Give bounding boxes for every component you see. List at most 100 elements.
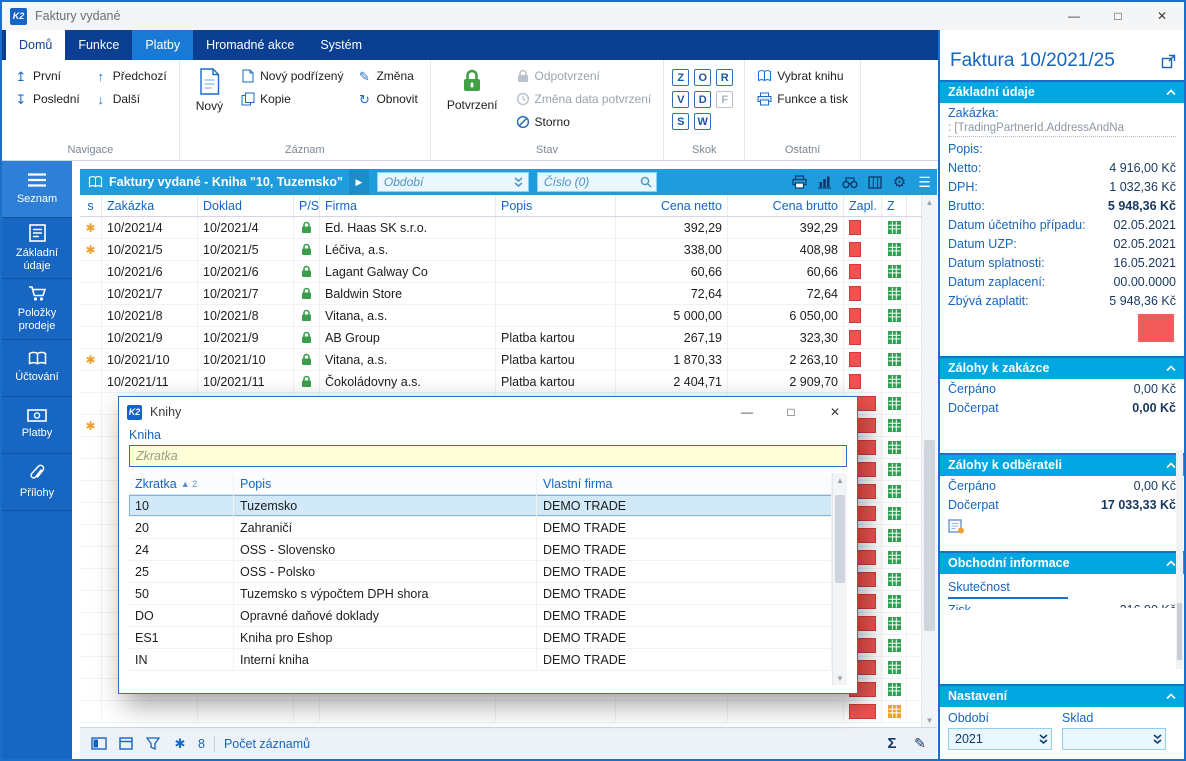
- book-search-input[interactable]: [129, 445, 847, 467]
- tab-hromadne-akce[interactable]: Hromadné akce: [193, 30, 307, 60]
- dialog-scrollbar[interactable]: ▲ ▼: [832, 473, 847, 685]
- table-row[interactable]: ✱10/2021/1010/2021/10Vitana, a.s.Platba …: [80, 349, 921, 371]
- column-header-firma[interactable]: Firma: [320, 195, 496, 216]
- column-header-doklad[interactable]: Doklad: [198, 195, 294, 216]
- jump-key-s[interactable]: S: [672, 113, 689, 130]
- column-header-cena-netto[interactable]: Cena netto: [616, 195, 728, 216]
- table-row[interactable]: [80, 701, 921, 723]
- ribbon-button-kopie[interactable]: Kopie: [237, 91, 347, 107]
- tab-platby[interactable]: Platby: [132, 30, 193, 60]
- card-view-icon[interactable]: [117, 737, 135, 750]
- book-select-caret[interactable]: ▶: [349, 169, 369, 195]
- section-header-zalohy-k-odberateli[interactable]: Zálohy k odběrateli: [940, 455, 1184, 476]
- sidebar-item-platby[interactable]: Platby: [2, 397, 72, 454]
- ribbon-button-potvrzeni[interactable]: Potvrzení: [439, 63, 506, 112]
- book-row-do[interactable]: DOOpravné daňové dokladyDEMO TRADE: [129, 605, 832, 627]
- jump-key-o[interactable]: O: [694, 69, 711, 86]
- table-row[interactable]: 10/2021/610/2021/6Lagant Galway Co60,666…: [80, 261, 921, 283]
- column-header-p-s[interactable]: P/S: [294, 195, 320, 216]
- jump-key-z[interactable]: Z: [672, 69, 689, 86]
- ribbon-button-zmena-data-potvrzeni[interactable]: Změna data potvrzení: [512, 91, 656, 107]
- ribbon-button-novy-podrizeny[interactable]: Nový podřízený: [237, 68, 347, 84]
- star-icon[interactable]: ✱: [171, 736, 189, 752]
- sum-icon[interactable]: Σ: [885, 735, 899, 752]
- ribbon-button-prvni[interactable]: ↥První: [10, 68, 84, 84]
- column-header-cena-brutto[interactable]: Cena brutto: [728, 195, 844, 216]
- table-row[interactable]: 10/2021/810/2021/8Vitana, a.s.5 000,006 …: [80, 305, 921, 327]
- ribbon-button-vybrat-knihu[interactable]: Vybrat knihu: [753, 68, 852, 84]
- ribbon-button-predchozi[interactable]: ↑Předchozí: [90, 68, 171, 84]
- ribbon-button-dalsi[interactable]: ↓Další: [90, 91, 171, 107]
- column-header-zkratka[interactable]: Zkratka▲ 2: [129, 473, 234, 494]
- sidebar-item-uctovani[interactable]: Účtování: [2, 340, 72, 397]
- table-row[interactable]: 10/2021/1110/2021/11Čokoládovny a.s.Plat…: [80, 371, 921, 393]
- section-header-zakladni-udaje[interactable]: Základní údaje: [940, 82, 1184, 103]
- section-header-zalohy-k-zakazce[interactable]: Zálohy k zakázce: [940, 358, 1184, 379]
- binoculars-icon[interactable]: [837, 169, 862, 195]
- table-scrollbar[interactable]: ▲ ▼: [921, 195, 937, 727]
- dialog-maximize-button[interactable]: □: [769, 397, 813, 427]
- column-header-s[interactable]: s: [80, 195, 102, 216]
- number-search-input[interactable]: Číslo (0): [537, 172, 657, 192]
- sidebar-item-prilohy[interactable]: Přílohy: [2, 454, 72, 511]
- scroll-up-arrow[interactable]: ▲: [833, 473, 847, 487]
- dialog-minimize-button[interactable]: —: [725, 397, 769, 427]
- jump-key-d[interactable]: D: [694, 91, 711, 108]
- scrollbar-thumb[interactable]: [835, 495, 845, 583]
- columns-icon[interactable]: [862, 169, 887, 195]
- book-row-in[interactable]: INInterní knihaDEMO TRADE: [129, 649, 832, 671]
- scroll-down-arrow[interactable]: ▼: [922, 713, 937, 727]
- column-header-popis[interactable]: Popis: [496, 195, 616, 216]
- ribbon-button-funkce-a-tisk[interactable]: Funkce a tisk: [753, 91, 852, 107]
- dialog-close-button[interactable]: ✕: [813, 397, 857, 427]
- gear-icon[interactable]: ⚙: [887, 169, 912, 195]
- book-row-20[interactable]: 20ZahraničíDEMO TRADE: [129, 517, 832, 539]
- column-header-vlastni-firma[interactable]: Vlastní firma: [537, 473, 832, 494]
- window-minimize-button[interactable]: —: [1052, 2, 1096, 30]
- edit-pencil-icon[interactable]: ✎: [913, 735, 927, 752]
- book-row-25[interactable]: 25OSS - PolskoDEMO TRADE: [129, 561, 832, 583]
- book-row-es1[interactable]: ES1Kniha pro EshopDEMO TRADE: [129, 627, 832, 649]
- scroll-down-arrow[interactable]: ▼: [833, 671, 847, 685]
- ribbon-button-obnovit[interactable]: ↻Obnovit: [353, 91, 421, 107]
- jump-key-w[interactable]: W: [694, 113, 711, 130]
- warehouse-dropdown[interactable]: [1062, 728, 1166, 750]
- section-header-nastaveni[interactable]: Nastavení: [940, 686, 1184, 707]
- tab-funkce[interactable]: Funkce: [65, 30, 132, 60]
- table-row[interactable]: ✱10/2021/410/2021/4Ed. Haas SK s.r.o.392…: [80, 217, 921, 239]
- book-row-50[interactable]: 50Tuzemsko s výpočtem DPH shoraDEMO TRAD…: [129, 583, 832, 605]
- reality-tab[interactable]: Skutečnost: [940, 574, 1184, 599]
- ribbon-button-odpotvrzeni[interactable]: Odpotvrzení: [512, 68, 656, 84]
- section-header-obchodni-informace[interactable]: Obchodní informace: [940, 553, 1184, 574]
- sidebar-item-zakladni-udaje[interactable]: Základní údaje: [2, 218, 72, 279]
- jump-key-r[interactable]: R: [716, 69, 733, 86]
- scrollbar-thumb[interactable]: [924, 440, 935, 632]
- external-link-icon[interactable]: [1161, 54, 1176, 69]
- sidebar-item-seznam[interactable]: Seznam: [2, 161, 72, 218]
- column-header-z[interactable]: Z: [882, 195, 907, 216]
- table-row[interactable]: 10/2021/710/2021/7Baldwin Store72,6472,6…: [80, 283, 921, 305]
- ribbon-button-zmena[interactable]: ✎Změna: [353, 68, 421, 84]
- ribbon-button-novy[interactable]: Nový: [188, 63, 231, 113]
- table-row[interactable]: 10/2021/910/2021/9AB GroupPlatba kartou2…: [80, 327, 921, 349]
- window-close-button[interactable]: ✕: [1140, 2, 1184, 30]
- period-dropdown[interactable]: 2021: [948, 728, 1052, 750]
- chart-icon[interactable]: [812, 169, 837, 195]
- scrollbar-thumb[interactable]: [1177, 603, 1182, 660]
- jump-key-f[interactable]: F: [716, 91, 733, 108]
- window-maximize-button[interactable]: □: [1096, 2, 1140, 30]
- jump-key-v[interactable]: V: [672, 91, 689, 108]
- ribbon-button-storno[interactable]: Storno: [512, 114, 656, 130]
- tab-system[interactable]: Systém: [307, 30, 375, 60]
- column-header-popis[interactable]: Popis: [234, 473, 537, 494]
- view-panes-icon[interactable]: [90, 737, 108, 750]
- table-row[interactable]: ✱10/2021/510/2021/5Léčiva, a.s.338,00408…: [80, 239, 921, 261]
- sidebar-item-polozky-prodeje[interactable]: Položky prodeje: [2, 279, 72, 339]
- scroll-up-arrow[interactable]: ▲: [922, 195, 937, 209]
- print-icon[interactable]: [787, 169, 812, 195]
- panel-scrollbar[interactable]: [1176, 450, 1183, 669]
- filter-icon[interactable]: [144, 737, 162, 750]
- book-row-24[interactable]: 24OSS - SlovenskoDEMO TRADE: [129, 539, 832, 561]
- menu-icon[interactable]: ☰: [912, 169, 937, 195]
- tab-domu[interactable]: Domů: [6, 30, 65, 60]
